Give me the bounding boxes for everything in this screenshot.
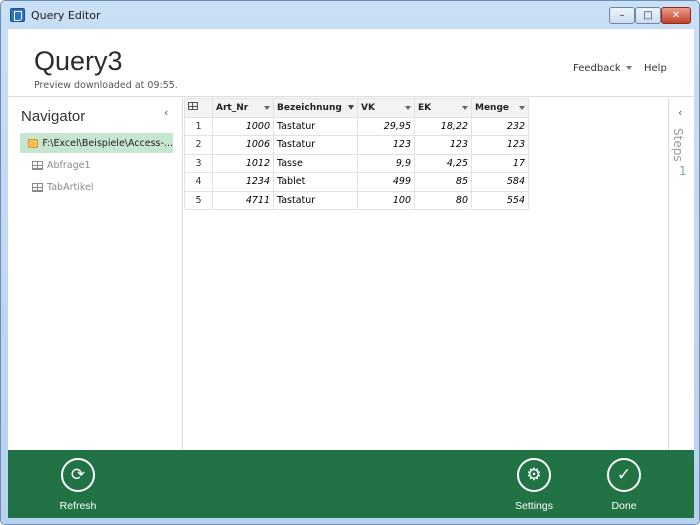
- chevron-down-icon[interactable]: [519, 105, 525, 110]
- filter-icon[interactable]: [348, 105, 354, 111]
- navigator-title: Navigator: [21, 108, 86, 125]
- window-title: Query Editor: [31, 9, 101, 22]
- maximize-button[interactable]: □: [635, 7, 661, 24]
- cell-ek[interactable]: 18,22: [414, 116, 472, 136]
- gear-icon: ⚙: [517, 458, 551, 492]
- client-area: Query3 Preview downloaded at 09:55. Feed…: [8, 29, 694, 518]
- cell-vk[interactable]: 123: [357, 135, 415, 155]
- cell-art-nr[interactable]: 1000: [212, 116, 274, 136]
- cell-menge[interactable]: 17: [471, 153, 529, 173]
- cell-bezeichnung[interactable]: Tastatur: [273, 116, 358, 136]
- cell-ek[interactable]: 80: [414, 190, 472, 210]
- minimize-button[interactable]: –: [609, 7, 635, 24]
- refresh-icon: ⟳: [61, 458, 95, 492]
- navigator-item-abfrage1[interactable]: Abfrage1: [20, 155, 91, 175]
- cell-menge[interactable]: 232: [471, 116, 529, 136]
- table-row[interactable]: 5 4711 Tastatur 100 80 554: [184, 190, 529, 210]
- chevron-down-icon[interactable]: [405, 105, 411, 110]
- done-label: Done: [611, 500, 637, 512]
- help-link[interactable]: Help: [644, 63, 667, 74]
- column-header-ek[interactable]: EK: [414, 98, 472, 118]
- refresh-label: Refresh: [59, 500, 97, 512]
- cell-vk[interactable]: 100: [357, 190, 415, 210]
- cell-ek[interactable]: 123: [414, 135, 472, 155]
- preview-table: Art_Nr Bezeichnung VK EK Menge 1 1000 Ta…: [184, 98, 529, 210]
- table-row[interactable]: 2 1006 Tastatur 123 123 123: [184, 135, 529, 155]
- cell-bezeichnung[interactable]: Tastatur: [273, 135, 358, 155]
- row-number: 4: [184, 172, 213, 192]
- cell-ek[interactable]: 4,25: [414, 153, 472, 173]
- navigator-pane: Navigator ‹ F:\Excel\Beispiele\Access-..…: [8, 98, 183, 450]
- row-number: 1: [184, 116, 213, 136]
- table-icon: [32, 182, 43, 192]
- feedback-label: Feedback: [573, 63, 621, 74]
- chevron-down-icon: [625, 66, 632, 70]
- cell-art-nr[interactable]: 1012: [212, 153, 274, 173]
- close-button[interactable]: ✕: [661, 7, 691, 24]
- footer-toolbar: ⟳ Refresh ⚙ Settings ✓ Done: [8, 450, 694, 518]
- cell-bezeichnung[interactable]: Tasse: [273, 153, 358, 173]
- chevron-down-icon[interactable]: [264, 105, 270, 110]
- steps-label: Steps: [671, 128, 685, 162]
- column-header-label: Bezeichnung: [277, 102, 342, 113]
- column-header-label: Menge: [475, 102, 510, 113]
- cell-menge[interactable]: 584: [471, 172, 529, 192]
- cell-vk[interactable]: 9,9: [357, 153, 415, 173]
- column-header-vk[interactable]: VK: [357, 98, 415, 118]
- header: Query3 Preview downloaded at 09:55. Feed…: [8, 29, 694, 97]
- table-menu-button[interactable]: [184, 98, 213, 118]
- checkmark-icon: ✓: [607, 458, 641, 492]
- folder-icon: [28, 138, 39, 148]
- navigator-item-label: TabArtikel: [47, 181, 94, 193]
- chevron-down-icon[interactable]: [462, 105, 468, 110]
- cell-art-nr[interactable]: 1234: [212, 172, 274, 192]
- navigator-item-label: Abfrage1: [47, 159, 91, 171]
- column-header-art-nr[interactable]: Art_Nr: [212, 98, 274, 118]
- cell-bezeichnung[interactable]: Tastatur: [273, 190, 358, 210]
- column-header-label: Art_Nr: [216, 102, 249, 113]
- preview-status: Preview downloaded at 09:55.: [34, 80, 178, 91]
- table-row[interactable]: 3 1012 Tasse 9,9 4,25 17: [184, 153, 529, 173]
- row-number: 3: [184, 153, 213, 173]
- query-title: Query3: [34, 46, 123, 76]
- cell-art-nr[interactable]: 1006: [212, 135, 274, 155]
- cell-vk[interactable]: 499: [357, 172, 415, 192]
- navigator-item-database[interactable]: F:\Excel\Beispiele\Access-...: [20, 133, 173, 153]
- table-row[interactable]: 1 1000 Tastatur 29,95 18,22 232: [184, 116, 529, 136]
- table-icon: [188, 102, 198, 111]
- data-preview-grid: Art_Nr Bezeichnung VK EK Menge 1 1000 Ta…: [184, 98, 668, 450]
- feedback-menu[interactable]: Feedback: [573, 63, 632, 74]
- steps-count: 1: [679, 164, 687, 178]
- cell-art-nr[interactable]: 4711: [212, 190, 274, 210]
- done-button[interactable]: ✓ Done: [594, 458, 654, 514]
- refresh-button[interactable]: ⟳ Refresh: [48, 458, 108, 514]
- cell-menge[interactable]: 123: [471, 135, 529, 155]
- column-header-menge[interactable]: Menge: [471, 98, 529, 118]
- column-header-bezeichnung[interactable]: Bezeichnung: [273, 98, 358, 118]
- column-header-label: VK: [361, 102, 375, 113]
- cell-bezeichnung[interactable]: Tablet: [273, 172, 358, 192]
- app-icon: [10, 8, 25, 22]
- title-bar[interactable]: Query Editor – □ ✕: [1, 1, 699, 29]
- steps-expand-button[interactable]: ‹: [678, 106, 682, 119]
- settings-button[interactable]: ⚙ Settings: [504, 458, 564, 514]
- navigator-item-tabartikel[interactable]: TabArtikel: [20, 177, 94, 197]
- row-number: 2: [184, 135, 213, 155]
- cell-vk[interactable]: 29,95: [357, 116, 415, 136]
- navigator-collapse-button[interactable]: ‹: [164, 106, 168, 119]
- cell-ek[interactable]: 85: [414, 172, 472, 192]
- navigator-item-label: F:\Excel\Beispiele\Access-...: [42, 137, 173, 149]
- table-row[interactable]: 4 1234 Tablet 499 85 584: [184, 172, 529, 192]
- column-header-label: EK: [418, 102, 432, 113]
- header-row: Art_Nr Bezeichnung VK EK Menge: [184, 98, 529, 118]
- query-editor-window: Query Editor – □ ✕ Query3 Preview downlo…: [0, 0, 700, 525]
- row-number: 5: [184, 190, 213, 210]
- settings-label: Settings: [515, 500, 553, 512]
- cell-menge[interactable]: 554: [471, 190, 529, 210]
- table-icon: [32, 160, 43, 170]
- steps-pane[interactable]: ‹ Steps 1: [668, 98, 694, 450]
